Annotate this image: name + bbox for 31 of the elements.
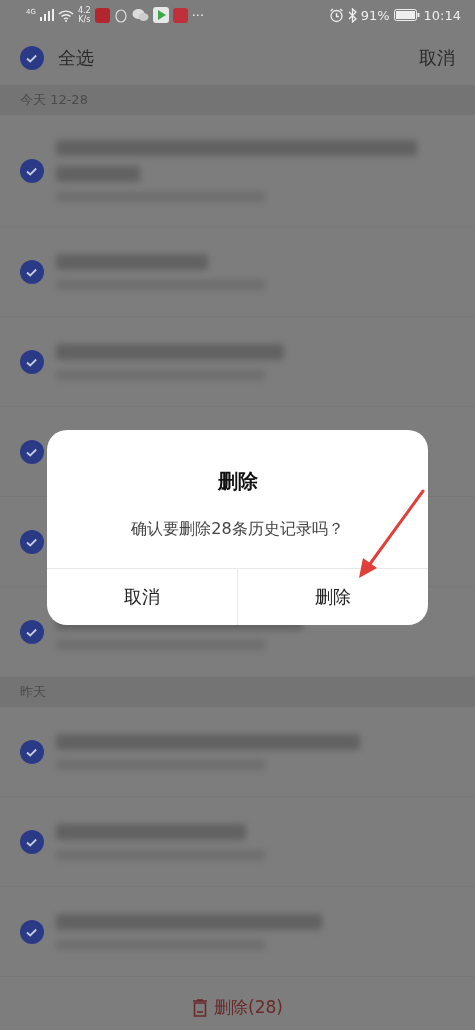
wifi-icon [57, 8, 74, 22]
clock: 10:14 [423, 7, 461, 23]
checkbox[interactable] [20, 158, 44, 183]
checkbox[interactable] [20, 619, 44, 644]
play-app-icon [152, 7, 169, 23]
checkbox[interactable] [20, 439, 44, 464]
cancel-button[interactable]: 取消 [419, 45, 455, 70]
microphone-app-icon [94, 7, 110, 23]
checkbox[interactable] [20, 259, 44, 284]
signal-icon [39, 9, 54, 21]
checkbox[interactable] [20, 45, 44, 70]
dialog-message: 确认要删除28条历史记录吗？ [131, 519, 344, 540]
chat-icon [131, 8, 149, 22]
alarm-icon [328, 7, 344, 23]
dialog-button[interactable]: 取消 [47, 569, 237, 625]
checkbox[interactable] [20, 739, 44, 764]
checkbox[interactable] [20, 529, 44, 554]
dialog-title: 删除 [217, 468, 258, 495]
more-notifications: ··· [191, 7, 205, 23]
checkbox[interactable] [20, 349, 44, 374]
checkbox[interactable] [20, 919, 44, 944]
trash-icon [192, 998, 209, 1017]
select-all-label[interactable]: 全选 [58, 45, 405, 70]
checkbox[interactable] [20, 829, 44, 854]
app-icon [172, 7, 188, 23]
network-speed: 4.2 K/s [77, 6, 91, 24]
battery-percent: 91% [360, 7, 390, 23]
bluetooth-icon [347, 7, 357, 23]
delete-button[interactable]: 删除(28) [188, 992, 287, 1023]
penguin-icon [113, 7, 128, 23]
battery-icon [393, 9, 420, 21]
